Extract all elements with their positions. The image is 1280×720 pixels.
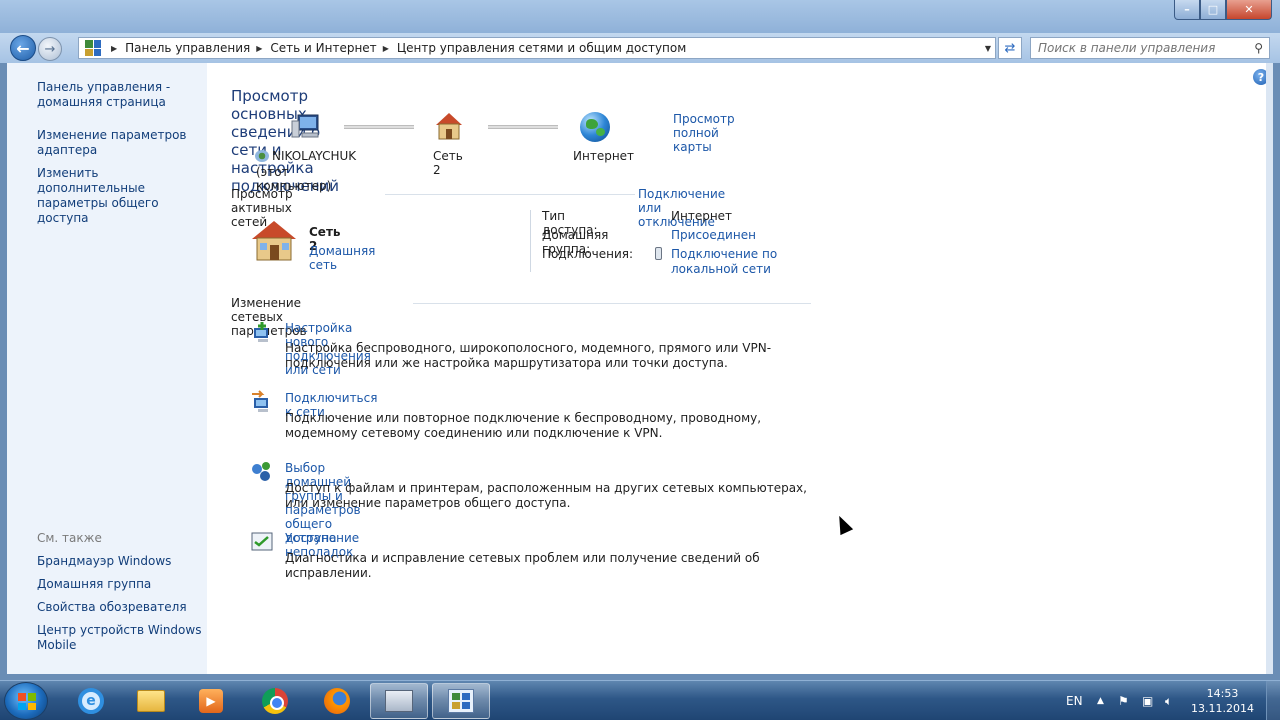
sidebar-link-homegroup[interactable]: Домашняя группа	[37, 577, 202, 592]
taskbar-internet-explorer[interactable]: e	[62, 683, 120, 719]
sidebar-link-firewall[interactable]: Брандмауэр Windows	[37, 554, 202, 569]
breadcrumb-chevron-icon[interactable]: ▶	[383, 44, 389, 53]
network-name: Сеть 2	[433, 149, 463, 177]
see-also-heading: См. также	[37, 531, 102, 545]
local-connection-link[interactable]: Подключение по локальной сети	[671, 247, 791, 277]
minimize-button[interactable]: –	[1174, 0, 1200, 20]
ethernet-icon	[655, 247, 662, 260]
search-icon[interactable]: ⚲	[1254, 41, 1263, 55]
sidebar-link-control-panel-home[interactable]: Панель управления - домашняя страница	[37, 80, 202, 110]
folder-icon	[137, 690, 165, 712]
close-button[interactable]: ✕	[1226, 0, 1272, 20]
internet-explorer-icon: e	[78, 688, 104, 714]
task-desc-troubleshoot: Диагностика и исправление сетевых пробле…	[285, 551, 760, 580]
action-center-flag-icon[interactable]: ⚑	[1118, 681, 1129, 720]
sidebar-link-internet-options[interactable]: Свойства обозревателя	[37, 600, 202, 615]
sidebar-link-windows-mobile[interactable]: Центр устройств Windows Mobile	[37, 623, 202, 653]
refresh-icon: ⇄	[1004, 40, 1016, 56]
taskbar-explorer[interactable]	[122, 683, 180, 719]
troubleshoot-icon	[251, 532, 273, 551]
windows-logo-icon	[18, 693, 36, 710]
search-input[interactable]	[1031, 41, 1241, 55]
start-button[interactable]	[4, 682, 48, 720]
taskbar-chrome[interactable]	[246, 683, 304, 719]
task-desc-homegroup: Доступ к файлам и принтерам, расположенн…	[285, 481, 807, 510]
computer-name: NIKOLAYCHUK	[272, 149, 357, 163]
back-button[interactable]: ←	[10, 35, 36, 61]
refresh-button[interactable]: ⇄	[998, 37, 1022, 59]
computer-node: NIKOLAYCHUK	[255, 149, 356, 163]
sidebar: Панель управления - домашняя страница Из…	[7, 63, 207, 674]
globe-icon	[580, 112, 610, 142]
maximize-button[interactable]: □	[1200, 0, 1226, 20]
taskbar-remote-desktop[interactable]	[370, 683, 428, 719]
access-type-value: Интернет	[671, 209, 733, 223]
computer-icon	[291, 114, 319, 138]
chrome-icon	[262, 688, 288, 714]
language-indicator[interactable]: EN	[1066, 681, 1083, 720]
forward-button[interactable]: →	[38, 37, 62, 61]
sidebar-link-adapter-settings[interactable]: Изменение параметров адаптера	[37, 128, 202, 158]
address-dropdown-icon[interactable]: ▼	[985, 44, 991, 53]
sidebar-link-advanced-sharing[interactable]: Изменить дополнительные параметры общего…	[37, 166, 202, 226]
home-network-icon	[252, 221, 296, 261]
navigation-bar: ← → ▶ Панель управления ▶ Сеть и Интерне…	[0, 33, 1280, 63]
network-tray-icon[interactable]: ▣	[1142, 681, 1153, 720]
taskbar: e ▶ EN ▲ ⚑ ▣ 🔈︎ 14:53 13.11.2014	[0, 680, 1280, 720]
taskbar-firefox[interactable]	[308, 683, 366, 719]
connect-network-icon	[252, 390, 268, 412]
remote-desktop-icon	[385, 690, 413, 712]
vertical-divider	[530, 210, 531, 272]
full-map-link[interactable]: Просмотр полной карты	[673, 112, 735, 154]
user-network-icon	[255, 150, 269, 162]
breadcrumb-chevron-icon[interactable]: ▶	[256, 44, 262, 53]
homegroup-icon	[252, 462, 270, 481]
window-controls: – □ ✕	[1174, 0, 1272, 20]
new-connection-icon	[254, 322, 268, 342]
arrow-left-icon: ←	[16, 38, 30, 58]
search-box[interactable]: ⚲	[1030, 37, 1270, 59]
media-player-icon: ▶	[199, 689, 223, 713]
task-desc-connect: Подключение или повторное подключение к …	[285, 411, 762, 440]
clock-date: 13.11.2014	[1191, 702, 1254, 715]
section-divider	[413, 303, 811, 304]
internet-label: Интернет	[573, 149, 635, 163]
system-clock[interactable]: 14:53 13.11.2014	[1191, 686, 1254, 716]
taskbar-media-player[interactable]: ▶	[182, 683, 240, 719]
clock-time: 14:53	[1206, 687, 1239, 700]
show-desktop-button[interactable]	[1266, 681, 1280, 720]
control-panel-icon	[448, 689, 474, 713]
connection-line	[344, 125, 414, 129]
window-edge	[1266, 63, 1273, 674]
connections-label: Подключения:	[542, 247, 634, 261]
homegroup-link[interactable]: Присоединен	[671, 228, 756, 242]
connection-line	[488, 125, 558, 129]
address-bar[interactable]: ▶ Панель управления ▶ Сеть и Интернет ▶ …	[78, 37, 996, 59]
network-type-link[interactable]: Домашняя сеть	[309, 244, 375, 272]
breadcrumb-network-center[interactable]: Центр управления сетями и общим доступом	[397, 41, 686, 55]
title-bar: – □ ✕	[0, 0, 1280, 33]
arrow-right-icon: →	[44, 41, 56, 57]
house-icon	[436, 113, 462, 140]
show-hidden-icons-icon[interactable]: ▲	[1097, 681, 1104, 720]
content-area: Панель управления - домашняя страница Из…	[7, 63, 1273, 674]
firefox-icon	[324, 688, 350, 714]
breadcrumb-chevron-icon[interactable]: ▶	[111, 44, 117, 53]
breadcrumb-network-internet[interactable]: Сеть и Интернет	[270, 41, 376, 55]
control-panel-icon	[85, 40, 101, 56]
volume-icon[interactable]: 🔈︎	[1165, 681, 1172, 720]
taskbar-control-panel[interactable]	[432, 683, 490, 719]
main-panel: Просмотр основных сведений о сети и наст…	[7, 63, 811, 580]
task-desc-new-connection: Настройка беспроводного, широкополосного…	[285, 341, 772, 370]
breadcrumb-control-panel[interactable]: Панель управления	[125, 41, 250, 55]
section-divider	[385, 194, 635, 195]
